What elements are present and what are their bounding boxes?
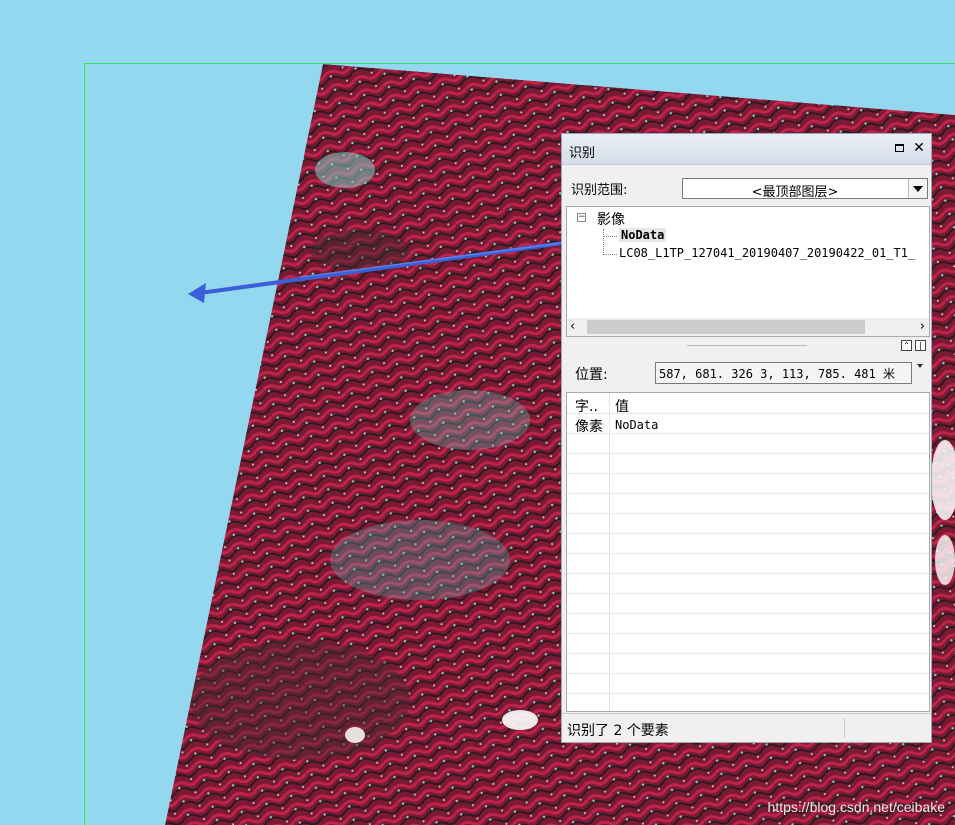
tree-node-raster[interactable]: LC08_L1TP_127041_20190407_20190422_01_T1… bbox=[619, 246, 915, 260]
watermark: https://blog.csdn.net/ceibake bbox=[767, 799, 945, 815]
row-value: NoData bbox=[615, 418, 659, 432]
scrollbar-thumb[interactable] bbox=[587, 320, 865, 334]
empty-row bbox=[567, 573, 929, 594]
empty-row bbox=[567, 493, 929, 514]
empty-row bbox=[567, 673, 929, 694]
close-icon[interactable]: ✕ bbox=[911, 140, 927, 156]
empty-row bbox=[567, 633, 929, 654]
tree-root-label[interactable]: 影像 bbox=[597, 209, 625, 229]
empty-row bbox=[567, 513, 929, 534]
results-tree: − 影像 NoData LC08_L1TP_127041_20190407_20… bbox=[566, 206, 930, 337]
empty-row bbox=[567, 693, 929, 711]
empty-row bbox=[567, 593, 929, 614]
tree-connector bbox=[603, 254, 617, 255]
empty-row bbox=[567, 533, 929, 554]
window-title: 识别 bbox=[569, 146, 596, 161]
split-pane-icon[interactable]: | bbox=[915, 340, 926, 351]
scope-select[interactable]: <最顶部图层> bbox=[682, 178, 928, 200]
empty-row bbox=[567, 473, 929, 494]
title-bar[interactable]: 识别 ✕ bbox=[562, 134, 931, 165]
location-label: 位置: bbox=[575, 367, 608, 383]
extent-frame-left bbox=[84, 63, 85, 825]
attribute-table: 字.. 值 像素 NoData bbox=[566, 392, 930, 712]
location-field[interactable]: 587, 681. 326 3, 113, 785. 481 米 bbox=[655, 362, 912, 384]
maximize-icon[interactable] bbox=[891, 140, 907, 156]
tree-collapse-icon[interactable]: − bbox=[577, 213, 586, 222]
table-row[interactable]: 像素 NoData bbox=[567, 413, 929, 435]
identify-window: 识别 ✕ 识别范围: <最顶部图层> − 影像 NoData LC08_L1TP… bbox=[561, 133, 932, 743]
extent-frame-top bbox=[84, 63, 955, 64]
scope-value: <最顶部图层> bbox=[751, 185, 839, 200]
chevron-right-icon[interactable]: › bbox=[920, 319, 925, 334]
chevron-down-icon[interactable] bbox=[908, 179, 927, 198]
status-text: 识别了 2 个要素 bbox=[567, 723, 669, 739]
status-bar: 识别了 2 个要素 bbox=[562, 713, 931, 742]
tree-connector bbox=[603, 229, 604, 255]
tree-node-nodata[interactable]: NoData bbox=[619, 228, 667, 242]
empty-row bbox=[567, 433, 929, 454]
pane-splitter[interactable] bbox=[687, 345, 807, 346]
status-separator bbox=[844, 718, 845, 738]
collapse-pane-icon[interactable]: ⌃ bbox=[901, 340, 912, 351]
tree-connector bbox=[603, 236, 617, 237]
scope-label: 识别范围: bbox=[571, 183, 628, 198]
empty-row bbox=[567, 653, 929, 674]
table-header-row: 字.. 值 bbox=[567, 393, 929, 415]
empty-row bbox=[567, 613, 929, 634]
chevron-left-icon[interactable]: ‹ bbox=[570, 319, 575, 334]
empty-row bbox=[567, 553, 929, 574]
chevron-down-icon[interactable] bbox=[916, 362, 926, 372]
tree-horizontal-scrollbar[interactable]: ‹ › bbox=[567, 318, 929, 336]
empty-row bbox=[567, 453, 929, 474]
